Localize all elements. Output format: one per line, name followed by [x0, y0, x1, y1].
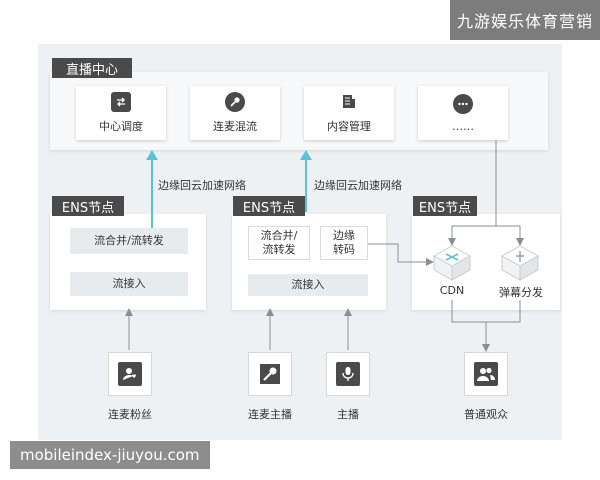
client-label: 连麦粉丝 [108, 408, 152, 421]
client-mic-host[interactable] [248, 352, 292, 396]
client-audience[interactable] [464, 352, 508, 396]
mic-icon [336, 362, 360, 386]
accelerate-network-label-2: 边缘回云加速网络 [314, 179, 402, 192]
client-mic-fan[interactable] [108, 352, 152, 396]
microphone-icon [258, 362, 282, 386]
client-host[interactable] [326, 352, 370, 396]
danmaku-label: 弹幕分发 [499, 286, 543, 299]
cdn-label: CDN [439, 284, 465, 297]
watermark-top: 九游娱乐体育营销 [450, 0, 600, 40]
accelerate-network-label-1: 边缘回云加速网络 [158, 179, 246, 192]
client-label: 连麦主播 [248, 408, 292, 421]
user-heart-icon [118, 362, 142, 386]
watermark-bottom: mobileindex-jiuyou.com [10, 441, 210, 469]
users-icon [474, 362, 498, 386]
client-label: 主播 [337, 408, 359, 421]
client-label: 普通观众 [464, 408, 508, 421]
